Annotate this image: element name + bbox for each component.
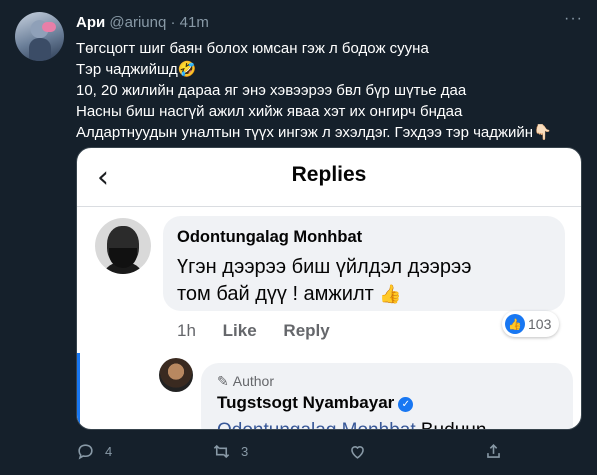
reply-icon	[78, 444, 93, 460]
timestamp[interactable]: 41m	[180, 14, 209, 31]
like-link: Like	[222, 321, 257, 340]
commenter-name: Odontungalag Monhbat	[177, 228, 363, 246]
reply-author-name-text: Tugstsogt Nyambayar	[217, 393, 395, 412]
share-icon	[487, 444, 500, 458]
user-handle[interactable]: @ariunq	[109, 14, 166, 31]
replies-header: ‹ Replies	[77, 148, 581, 204]
avatar-decoration	[42, 22, 56, 32]
share-action[interactable]	[484, 442, 513, 461]
comment-time: 1h	[177, 321, 196, 340]
comment-line-2: том бай дүү ! амжилт 👍	[177, 281, 471, 308]
reply-author-name: Tugstsogt Nyambayar ✓	[217, 393, 414, 413]
tweet-text: Төгсцогт шиг баян болох юмсан гэж л бодо…	[76, 38, 586, 143]
like-reaction-icon: 👍	[505, 314, 525, 334]
mention-link: Odontungalag Monhbat	[217, 420, 416, 429]
more-options-icon[interactable]: ···	[564, 10, 583, 28]
reply-bubble: ✎Author Tugstsogt Nyambayar✓ Odontungala…	[201, 363, 573, 429]
verified-icon: ✓	[398, 397, 414, 412]
retweet-action[interactable]: 3	[212, 442, 248, 461]
pencil-icon: ✎	[217, 373, 229, 389]
avatar-figure	[29, 38, 51, 61]
reaction-count-badge: 👍 103	[502, 311, 560, 337]
thread-line	[77, 353, 80, 429]
retweet-icon	[213, 444, 230, 459]
comment-bubble: Odontungalag Monhbat Үгэн дээрээ биш үйл…	[163, 216, 565, 311]
tweet-line: Төгсцогт шиг баян болох юмсан гэж л бодо…	[76, 40, 429, 57]
reply-action[interactable]: 4	[76, 442, 112, 461]
tweet-line: Насны биш насгүй ажил хийж яваа хэт их о…	[76, 103, 463, 120]
tweet-media-image[interactable]: ‹ Replies Odontungalag Monhbat Үгэн дээр…	[76, 147, 582, 430]
thumbs-up-icon: 👍	[379, 284, 402, 304]
reply-body: Buduun	[416, 420, 487, 429]
reply-count: 4	[105, 444, 113, 459]
retweet-count: 3	[241, 444, 249, 459]
comment-text: Үгэн дээрээ биш үйлдэл дээрээ том бай дү…	[177, 254, 471, 308]
reply-link: Reply	[283, 321, 330, 340]
author-label: Author	[232, 373, 274, 389]
replies-title: Replies	[291, 163, 367, 186]
heart-icon	[351, 446, 364, 459]
tweet-line: 10, 20 жилийн дараа яг энэ хэвээрээ бвл …	[76, 82, 467, 99]
comment-line: том бай дүү ! амжилт	[177, 283, 374, 305]
author-badge: ✎ Author	[217, 373, 274, 390]
author-avatar	[159, 358, 193, 392]
reaction-count: 103	[528, 316, 552, 332]
commenter-avatar	[95, 218, 151, 274]
divider	[77, 206, 581, 207]
comment-actions: 1h Like Reply	[177, 321, 352, 341]
tweet-line: Алдартнуудын уналтын түүх ингэж л эхэлдэ…	[76, 124, 552, 141]
tweet-actions: 4 3	[76, 442, 506, 466]
comment-line: Үгэн дээрээ биш үйлдэл дээрээ	[177, 256, 472, 278]
user-avatar[interactable]	[15, 12, 64, 61]
tweet-line: Тэр чаджийшд🤣	[76, 61, 197, 78]
reply-text: Odontungalag Monhbat Buduun	[217, 420, 487, 429]
like-action[interactable]	[348, 442, 377, 461]
display-name[interactable]: Ари	[76, 14, 105, 31]
tweet-header: Ари @ariunq · 41m	[76, 14, 209, 31]
separator-dot: ·	[170, 14, 176, 31]
